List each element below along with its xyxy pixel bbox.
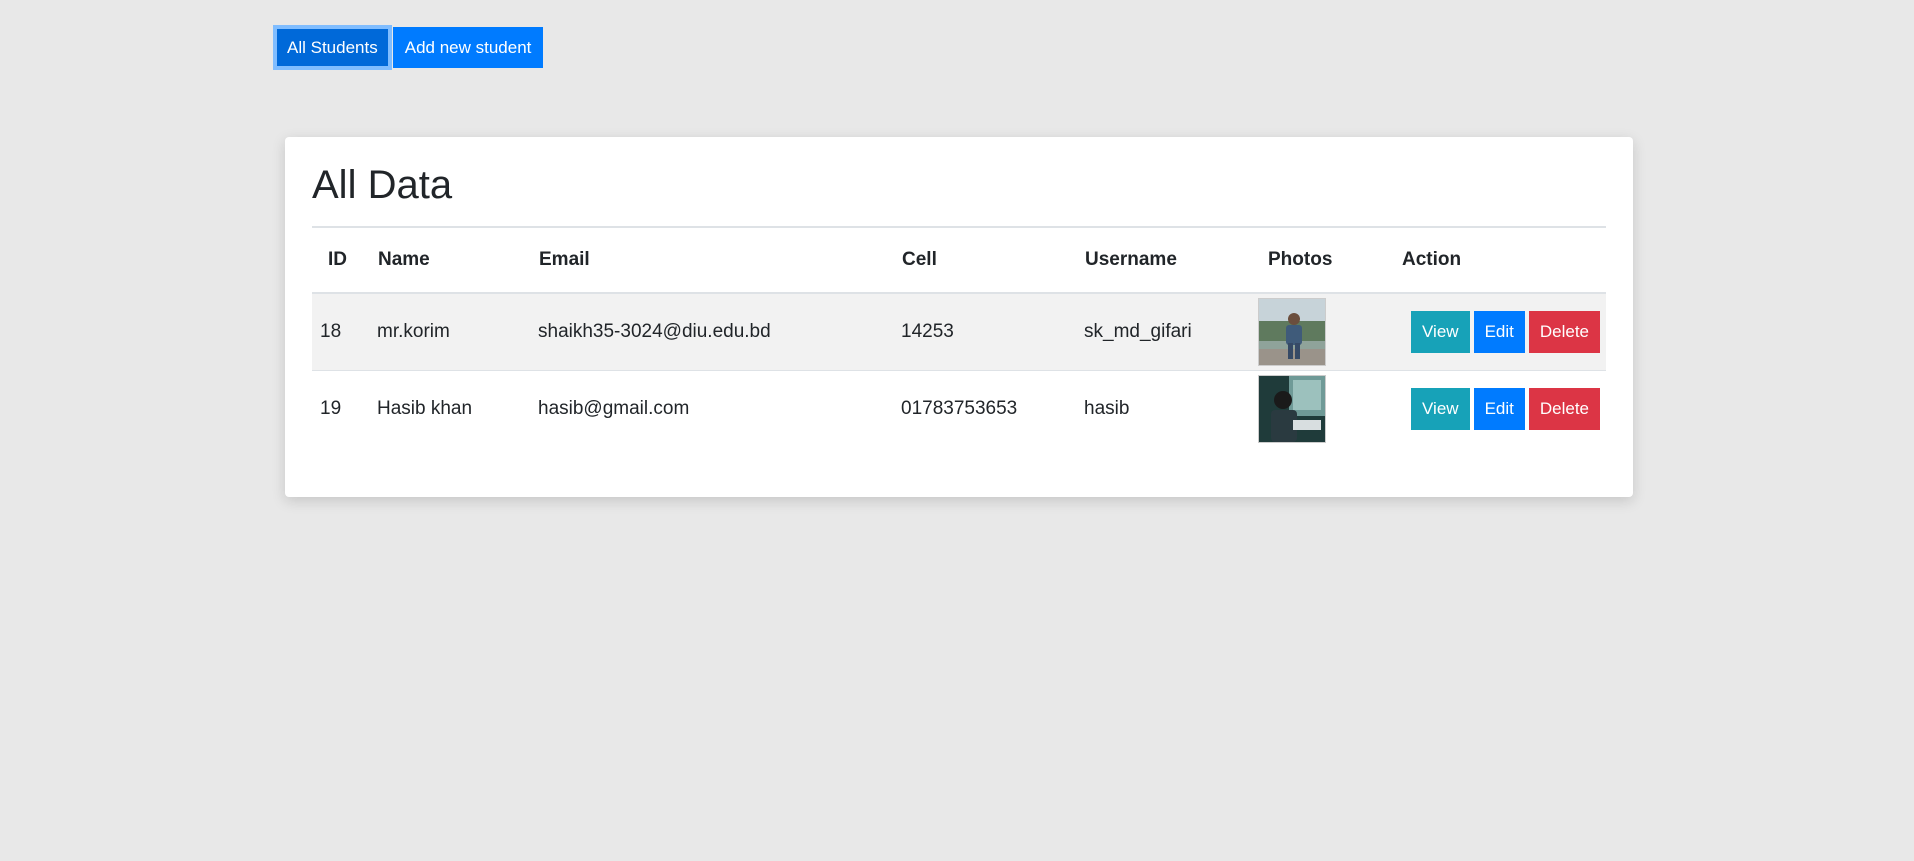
cell-actions: View Edit Delete xyxy=(1395,370,1606,447)
delete-button[interactable]: Delete xyxy=(1528,311,1600,353)
header-email: Email xyxy=(530,228,893,294)
cell-id: 19 xyxy=(312,370,369,447)
edit-button[interactable]: Edit xyxy=(1473,388,1525,430)
cell-username: sk_md_gifari xyxy=(1076,292,1258,371)
cell-actions: View Edit Delete xyxy=(1395,292,1606,371)
cell-id: 18 xyxy=(312,292,369,371)
view-button[interactable]: View xyxy=(1411,388,1470,430)
students-table: ID Name Email Cell Username Photos Actio… xyxy=(312,228,1606,447)
delete-button[interactable]: Delete xyxy=(1528,388,1600,430)
cell-photo xyxy=(1258,370,1395,447)
row-actions: View Edit Delete xyxy=(1395,311,1606,353)
header-name: Name xyxy=(369,228,530,294)
cell-username: hasib xyxy=(1076,370,1258,447)
header-action: Action xyxy=(1395,228,1606,294)
row-actions: View Edit Delete xyxy=(1395,388,1606,430)
all-students-button[interactable]: All Students xyxy=(273,25,392,70)
table-header-row: ID Name Email Cell Username Photos Actio… xyxy=(312,228,1606,294)
data-card: All Data ID Name Email Cell Username Pho… xyxy=(285,137,1633,497)
header-cell: Cell xyxy=(893,228,1076,294)
top-nav: All Students Add new student xyxy=(273,25,544,70)
header-username: Username xyxy=(1076,228,1258,294)
cell-email: hasib@gmail.com xyxy=(530,370,893,447)
table-row: 19 Hasib khan hasib@gmail.com 0178375365… xyxy=(312,370,1606,447)
page-title: All Data xyxy=(312,163,453,207)
add-new-student-button[interactable]: Add new student xyxy=(392,27,544,68)
student-photo-thumbnail xyxy=(1258,298,1326,366)
student-photo-thumbnail xyxy=(1258,375,1326,443)
table-row: 18 mr.korim shaikh35-3024@diu.edu.bd 142… xyxy=(312,292,1606,371)
cell-cell: 01783753653 xyxy=(893,370,1076,447)
cell-photo xyxy=(1258,292,1395,371)
cell-cell: 14253 xyxy=(893,292,1076,371)
person-photo-icon xyxy=(1259,376,1325,442)
edit-button[interactable]: Edit xyxy=(1473,311,1525,353)
cell-name: mr.korim xyxy=(369,292,530,371)
header-photos: Photos xyxy=(1258,228,1395,294)
cell-name: Hasib khan xyxy=(369,370,530,447)
header-id: ID xyxy=(312,228,369,294)
cell-email: shaikh35-3024@diu.edu.bd xyxy=(530,292,893,371)
person-photo-icon xyxy=(1259,299,1325,365)
view-button[interactable]: View xyxy=(1411,311,1470,353)
